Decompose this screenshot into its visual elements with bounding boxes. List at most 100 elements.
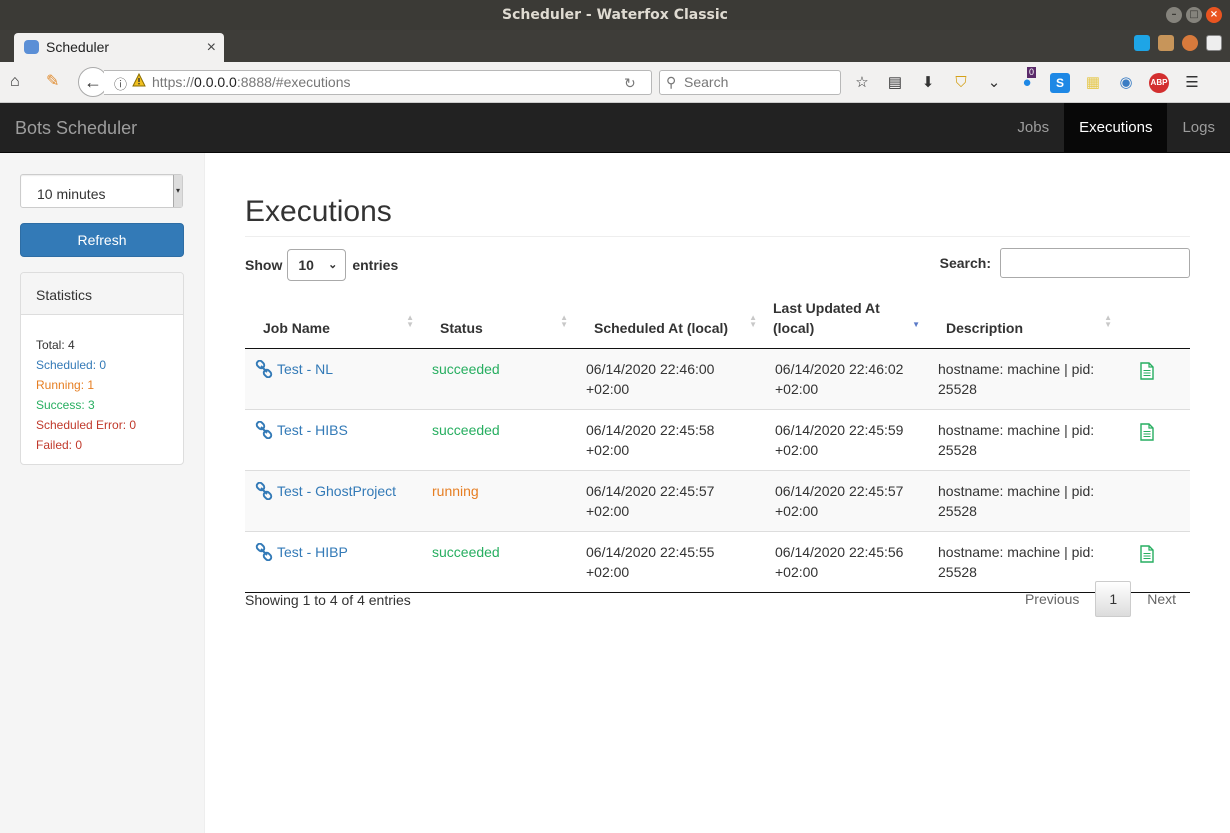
job-link[interactable]: Test - NL [277,359,333,379]
cell-job: Test - HIBP [245,531,422,593]
maximize-icon[interactable]: □ [1186,7,1202,23]
table-header-row: Job Name ▲ ▼ Status ▲ ▼ Scheduled At (local)… [245,298,1190,349]
cell-scheduled-at: 06/14/2020 22:45:58 +02:00 [576,409,765,471]
window-title: Scheduler - Waterfox Classic [502,7,728,23]
broom-icon[interactable]: ✎ [46,72,59,92]
app-navbar: Bots Scheduler Jobs Executions Logs [0,103,1230,153]
bookmark-star-icon[interactable]: ☆ [852,73,872,93]
job-link[interactable]: Test - HIBS [277,420,348,440]
notification-badge: 0 [1027,67,1037,78]
link-icon[interactable] [255,359,273,379]
cell-scheduled-at: 06/14/2020 22:46:00 +02:00 [576,348,765,410]
page-1-button[interactable]: 1 [1095,581,1132,617]
cell-updated-at: 06/14/2020 22:45:59 +02:00 [765,409,928,471]
skype-icon[interactable]: S [1050,73,1070,93]
cell-scheduled-at: 06/14/2020 22:45:55 +02:00 [576,531,765,593]
cell-log [1120,348,1190,410]
sort-desc-icon: ▼ [912,320,920,329]
info-icon[interactable]: ⓘ [114,74,127,93]
sidebar: 10 minutes ▾ Refresh Statistics Total: 4… [0,153,205,833]
url-bar[interactable]: https://0.0.0.0:8888/#executions [104,70,652,95]
table-info: Showing 1 to 4 of 4 entries [245,592,411,608]
previous-page-button[interactable]: Previous [1011,582,1093,616]
column-label: Last Updated At (local) [773,300,880,336]
extension-screenshot-icon[interactable] [1206,35,1222,51]
page-length-select[interactable]: 10 ⌄ [287,249,347,281]
toolbar-icons: ☆ ▤ ⬇ ⛉ ⌄ ● 0 S ▦ ◉ ABP ☰ [852,67,1202,93]
url-path: :8888/#executions [236,74,351,90]
column-header-description[interactable]: Description ▲ ▼ [928,298,1120,349]
stat-success: Success: 3 [36,398,95,412]
cell-status: succeeded [422,348,576,410]
window-titlebar: Scheduler - Waterfox Classic – □ × [0,0,1230,30]
close-window-icon[interactable]: × [1206,7,1222,23]
column-header-job-name[interactable]: Job Name ▲ ▼ [245,298,422,349]
cell-status: succeeded [422,531,576,593]
title-divider [245,236,1190,237]
job-link[interactable]: Test - GhostProject [277,481,396,501]
extension-box-icon[interactable] [1158,35,1174,51]
tab-title: Scheduler [46,39,110,55]
job-link[interactable]: Test - HIBP [277,542,348,562]
log-file-icon[interactable] [1140,423,1154,441]
table-search-input[interactable] [1000,248,1190,278]
adblock-icon[interactable]: ABP [1149,73,1169,93]
status-text: succeeded [432,422,500,438]
column-label: Job Name [263,320,330,336]
nav-jobs[interactable]: Jobs [1002,103,1064,153]
link-icon[interactable] [255,420,273,440]
log-file-icon[interactable] [1140,545,1154,563]
browser-search-input[interactable]: ⚲ Search [659,70,841,95]
column-header-log [1120,298,1190,349]
log-file-icon[interactable] [1140,362,1154,380]
column-header-scheduled-at[interactable]: Scheduled At (local) ▲ ▼ [576,298,765,349]
browser-tab[interactable]: Scheduler × [14,33,224,62]
reload-icon[interactable]: ↻ [624,75,636,92]
table-row: Test - NL succeeded 06/14/2020 22:46:00 +0… [245,348,1190,410]
hamburger-menu-icon[interactable]: ☰ [1182,73,1202,93]
sort-icon: ▲ ▼ [749,313,757,329]
brand[interactable]: Bots Scheduler [15,103,137,153]
cell-description: hostname: machine | pid: 25528 [928,348,1120,410]
nav-executions[interactable]: Executions [1064,103,1168,153]
puzzle-extension-icon[interactable]: ▦ [1083,73,1103,93]
cell-scheduled-at: 06/14/2020 22:45:57 +02:00 [576,470,765,532]
cell-updated-at: 06/14/2020 22:46:02 +02:00 [765,348,928,410]
main-nav: Jobs Executions Logs [1002,103,1230,153]
pocket-icon[interactable]: ⌄ [984,73,1004,93]
column-label: Scheduled At (local) [594,320,729,336]
globe-extension-icon[interactable]: ◉ [1116,73,1136,93]
link-icon[interactable] [255,542,273,562]
statistics-panel: Statistics Total: 4 Scheduled: 0 Running… [20,272,184,465]
refresh-button[interactable]: Refresh [20,223,184,257]
nav-logs[interactable]: Logs [1167,103,1230,153]
stat-scheduled-error: Scheduled Error: 0 [36,418,137,432]
refresh-interval-select[interactable]: 10 minutes ▾ [20,174,183,208]
reading-list-icon[interactable]: ▤ [885,73,905,93]
link-icon[interactable] [255,481,273,501]
column-header-last-updated[interactable]: Last Updated At (local) ▼ [765,298,928,349]
download-icon[interactable]: ⬇ [918,73,938,93]
home-icon[interactable]: ⌂ [10,72,20,92]
status-text: succeeded [432,361,500,377]
browser-toolbar: ⌂ ✎ ← https://0.0.0.0:8888/#executions ⓘ… [0,62,1230,103]
show-label: Show [245,257,283,273]
notification-icon[interactable]: ● 0 [1017,67,1037,93]
insecure-lock-warning-icon[interactable] [132,73,146,87]
page-length-value: 10 [298,257,314,273]
page-title: Executions [245,195,392,228]
tabstrip-extension-icons [1134,35,1222,51]
shield-download-icon[interactable]: ⛉ [951,73,971,93]
entries-label: entries [352,257,399,273]
statistics-title: Statistics [21,273,183,315]
next-page-button[interactable]: Next [1133,582,1190,616]
url-host: 0.0.0.0 [194,74,237,90]
cell-updated-at: 06/14/2020 22:45:57 +02:00 [765,470,928,532]
stat-running: Running: 1 [36,378,95,392]
column-header-status[interactable]: Status ▲ ▼ [422,298,576,349]
minimize-icon[interactable]: – [1166,7,1182,23]
extension-cookie-icon[interactable] [1182,35,1198,51]
close-tab-icon[interactable]: × [207,33,216,62]
extension-blue-icon[interactable] [1134,35,1150,51]
cell-job: Test - NL [245,348,422,410]
